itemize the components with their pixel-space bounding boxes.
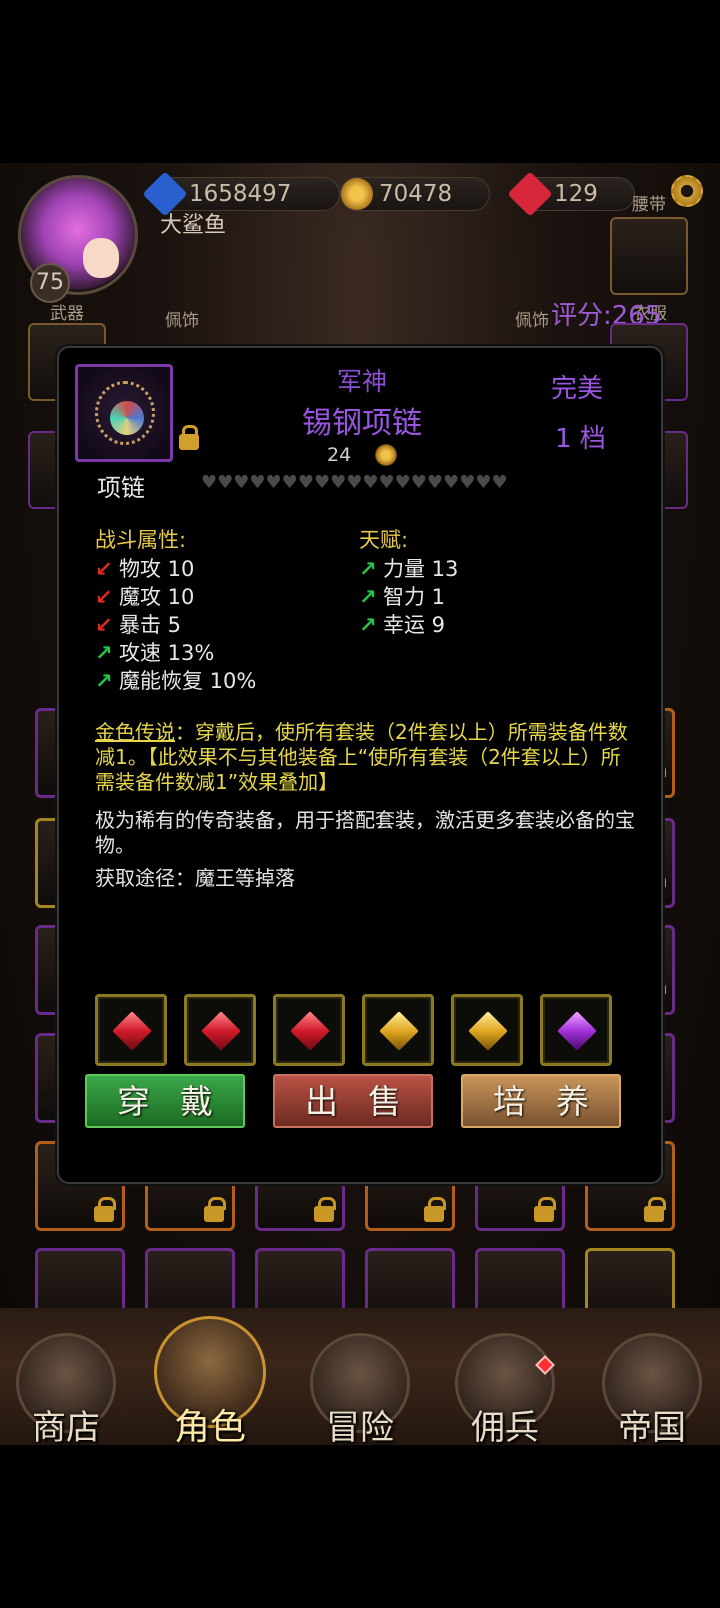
combat-stat: ↙ 物攻 10 [95,557,195,581]
durability-hearts: ♥♥♥♥♥♥♥♥♥♥♥♥♥♥♥♥♥♥♥ [201,472,508,493]
belt-slot-label: 腰带 [632,195,666,215]
arrow-down-icon: ↙ [95,557,113,581]
bottom-nav: 商店 角色 冒险 佣兵 帝国 [0,1308,720,1445]
lock-icon [204,1197,226,1222]
nav-character-label[interactable]: 角色 [140,1398,280,1445]
gem-socket-5[interactable] [451,994,523,1066]
red-gem-icon [290,1011,330,1051]
sell-button[interactable]: 出售 [273,1074,433,1128]
talent-stat: ↗ 幸运 9 [359,613,446,637]
clothes-slot[interactable] [610,217,688,295]
combat-stat: ↗ 魔能恢复 10% [95,669,257,693]
yellow-gem-icon [379,1011,419,1051]
arrow-up-icon: ↗ [359,557,377,581]
player-name: 大鲨鱼 [160,213,227,238]
red-gem-icon [507,171,553,217]
arrow-up-icon: ↗ [95,669,113,693]
combat-stats-header: 战斗属性: [95,528,187,552]
item-price: 24 [327,444,352,466]
lock-icon [644,1197,666,1222]
item-description: 极为稀有的传奇装备，用于搭配套装，激活更多套装必备的宝物。 [95,808,635,857]
arrow-up-icon: ↗ [359,613,377,637]
avatar-face [83,238,119,278]
gem-socket-1[interactable] [95,994,167,1066]
equip-button[interactable]: 穿戴 [85,1074,245,1128]
red-gem-icon [112,1011,152,1051]
item-grade: 1 档 [555,424,606,454]
nav-mercenary-label[interactable]: 佣兵 [435,1400,575,1445]
blue-gem-counter: 1658497 [142,171,340,217]
red-gem-icon [201,1011,241,1051]
nav-empire-label[interactable]: 帝国 [582,1400,720,1445]
arrow-up-icon: ↗ [95,641,113,665]
legend-effect: 金色传说：穿戴后，使所有套装（2件套以上）所需装备件数减1。【此效果不与其他装备… [95,720,628,794]
item-type: 项链 [97,474,145,502]
lock-icon [94,1197,116,1222]
arrow-down-icon: ↙ [95,613,113,637]
player-level: 75 [30,263,70,303]
talents-header: 天赋: [359,528,409,552]
arrow-down-icon: ↙ [95,585,113,609]
settings-gear-icon[interactable] [671,175,703,207]
accessory-right-label: 佩饰 [515,311,549,331]
lock-icon [314,1197,336,1222]
combat-stat: ↙ 暴击 5 [95,613,182,637]
item-quality: 完美 [551,374,604,404]
talent-stat: ↗ 力量 13 [359,557,459,581]
gold-counter: 70478 [340,177,490,211]
accessory-left-label: 佩饰 [165,311,199,331]
arrow-up-icon: ↗ [359,585,377,609]
gold-coin-icon [341,178,373,210]
combat-stat: ↗ 攻速 13% [95,641,215,665]
lock-icon [424,1197,446,1222]
gold-coin-icon [375,444,397,466]
lock-icon [534,1197,556,1222]
combat-stat: ↙ 魔攻 10 [95,585,195,609]
legend-name-link[interactable]: 金色传说 [95,720,175,744]
item-source: 获取途径：魔王等掉落 [95,866,295,890]
gem-socket-6[interactable] [540,994,612,1066]
talent-stat: ↗ 智力 1 [359,585,446,609]
gem-socket-3[interactable] [273,994,345,1066]
purple-gem-icon [557,1011,597,1051]
weapon-slot-label: 武器 [50,304,84,324]
red-gem-counter: 129 [507,171,635,217]
gem-socket-2[interactable] [184,994,256,1066]
item-detail-popup: 军神 锡钢项链 24 完美 1 档 项链 ♥♥♥♥♥♥♥♥♥♥♥♥♥♥♥♥♥♥♥… [57,346,663,1184]
yellow-gem-icon [468,1011,508,1051]
gem-socket-4[interactable] [362,994,434,1066]
nav-adventure-label[interactable]: 冒险 [290,1400,430,1445]
nav-shop-label[interactable]: 商店 [0,1400,136,1445]
train-button[interactable]: 培养 [461,1074,621,1128]
